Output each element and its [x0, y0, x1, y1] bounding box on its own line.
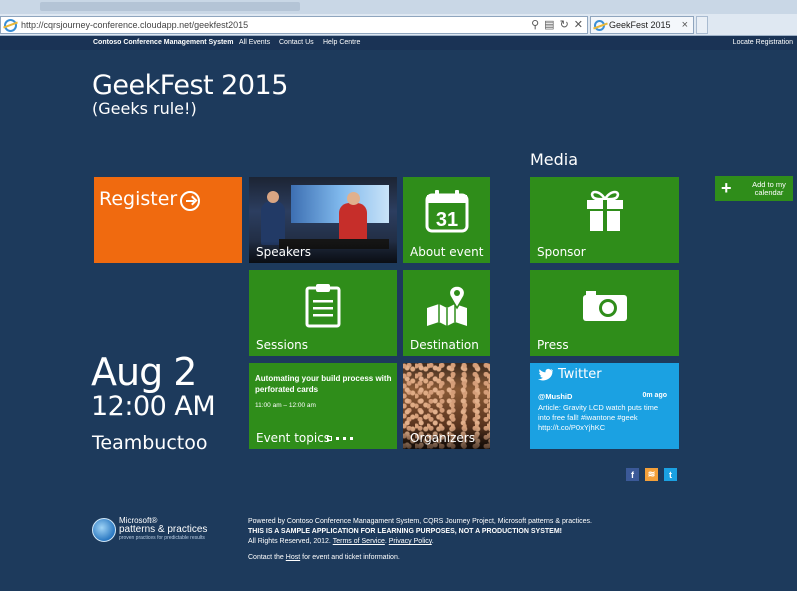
search-icon[interactable]: ⚲ [531, 18, 539, 31]
privacy-link[interactable]: Privacy Policy [389, 538, 432, 545]
register-tile[interactable]: Register [94, 177, 242, 263]
ghost-window-title [40, 2, 300, 11]
page-title: GeekFest 2015 [92, 70, 288, 101]
url-field[interactable]: http://cqrsjourney-conference.cloudapp.n… [0, 16, 588, 34]
url-text[interactable]: http://cqrsjourney-conference.cloudapp.n… [21, 20, 248, 30]
event-date: Aug 2 [91, 350, 197, 394]
tab-title: GeekFest 2015 [609, 20, 671, 30]
sponsor-tile[interactable]: Sponsor [530, 177, 679, 263]
press-tile[interactable]: Press [530, 270, 679, 356]
clipboard-icon [305, 284, 341, 328]
rss-icon[interactable]: ≋ [645, 468, 658, 481]
page-subtitle: (Geeks rule!) [92, 99, 197, 118]
carousel-indicator[interactable] [327, 436, 353, 441]
new-tab-button[interactable] [696, 16, 708, 34]
carousel-dot-2[interactable] [336, 437, 339, 440]
social-links: f ≋ t [626, 468, 677, 481]
event-time: 12:00 AM [91, 391, 216, 422]
register-label: Register [99, 188, 178, 210]
footer-rights: All Rights Reserved, 2012. [248, 538, 331, 545]
speakers-label: Speakers [256, 245, 312, 259]
logo-patterns: patterns & practices [119, 524, 208, 535]
tweet-user[interactable]: @MushiD [538, 392, 572, 401]
twitter-heading-label: Twitter [558, 367, 602, 382]
footer-warning: THIS IS A SAMPLE APPLICATION FOR LEARNIN… [248, 528, 562, 535]
carousel-dot-1[interactable] [327, 436, 332, 441]
stop-icon[interactable]: ✕ [574, 18, 583, 31]
tab-close-icon[interactable]: × [682, 19, 688, 31]
destination-tile[interactable]: Destination [403, 270, 490, 356]
organizers-tile[interactable]: Organizers [403, 363, 490, 449]
host-link[interactable]: Host [286, 554, 300, 561]
logo-globe-icon [92, 517, 116, 542]
twitter-heading: Twitter [538, 367, 602, 382]
nav-locate-registration[interactable]: Locate Registration [733, 39, 793, 46]
sponsor-label: Sponsor [537, 245, 586, 259]
gift-icon [586, 190, 623, 231]
contact-pre: Contact the [248, 554, 284, 561]
browser-titlebar [0, 0, 797, 14]
about-event-label: About event [410, 245, 484, 259]
site-navbar: Contoso Conference Management System All… [0, 36, 797, 50]
nav-all-events[interactable]: All Events [239, 39, 270, 46]
topic-title: Automating your build process with perfo… [255, 374, 392, 394]
destination-label: Destination [410, 338, 479, 352]
tweet-time: 0m ago [642, 392, 667, 399]
sessions-tile[interactable]: Sessions [249, 270, 397, 356]
contact-post: for event and ticket information. [302, 554, 400, 561]
twitter-bird-icon [538, 368, 553, 381]
terms-link[interactable]: Terms of Service [333, 538, 385, 545]
ie-icon [4, 18, 17, 32]
event-topics-label: Event topics [256, 431, 331, 445]
logo-tagline: proven practices for predictable results [119, 535, 205, 541]
calendar-day: 31 [435, 209, 457, 231]
facebook-icon[interactable]: f [626, 468, 639, 481]
map-pin-icon [426, 285, 467, 326]
nav-help-centre[interactable]: Help Centre [323, 39, 360, 46]
media-heading: Media [530, 150, 579, 169]
sessions-label: Sessions [256, 338, 309, 352]
browser-address-bar: http://cqrsjourney-conference.cloudapp.n… [0, 14, 797, 36]
nav-brand[interactable]: Contoso Conference Management System [93, 39, 233, 46]
arrow-right-circle-icon [180, 191, 200, 211]
browser-tab[interactable]: GeekFest 2015 × [590, 16, 694, 34]
compat-view-icon[interactable]: ▤ [544, 18, 554, 31]
add-to-calendar-button[interactable]: + Add to my calendar [715, 176, 793, 201]
organizers-label: Organizers [410, 431, 475, 445]
press-label: Press [537, 338, 569, 352]
speakers-tile[interactable]: Speakers [249, 177, 397, 263]
footer-powered: Powered by Contoso Conference Managament… [248, 518, 592, 525]
event-topics-tile[interactable]: Automating your build process with perfo… [249, 363, 397, 449]
tab-ie-icon [594, 19, 605, 31]
twitter-icon[interactable]: t [664, 468, 677, 481]
about-event-tile[interactable]: 31 About event [403, 177, 490, 263]
twitter-tile[interactable]: Twitter @MushiD 0m ago Article: Gravity … [530, 363, 679, 449]
footer-rights-line: All Rights Reserved, 2012. Terms of Serv… [248, 538, 434, 545]
url-tools: ⚲ ▤ ↻ ✕ [531, 18, 583, 31]
camera-icon [582, 291, 627, 321]
plus-icon: + [721, 178, 732, 198]
footer-text: Powered by Contoso Conference Managament… [248, 517, 592, 547]
footer-contact: Contact the Host for event and ticket in… [248, 554, 400, 561]
carousel-dot-4[interactable] [350, 437, 353, 440]
nav-contact-us[interactable]: Contact Us [279, 39, 314, 46]
add-to-calendar-label: Add to my calendar [752, 179, 786, 197]
calendar-icon: 31 [425, 190, 468, 233]
tweet-text: Article: Gravity LCD watch puts time int… [538, 403, 659, 432]
patterns-practices-logo[interactable]: Microsoft® patterns & practices proven p… [92, 516, 207, 543]
topic-time: 11:00 am – 12:00 am [255, 402, 316, 409]
refresh-icon[interactable]: ↻ [560, 18, 569, 31]
carousel-dot-3[interactable] [343, 437, 346, 440]
event-location: Teambuctoo [92, 432, 208, 454]
